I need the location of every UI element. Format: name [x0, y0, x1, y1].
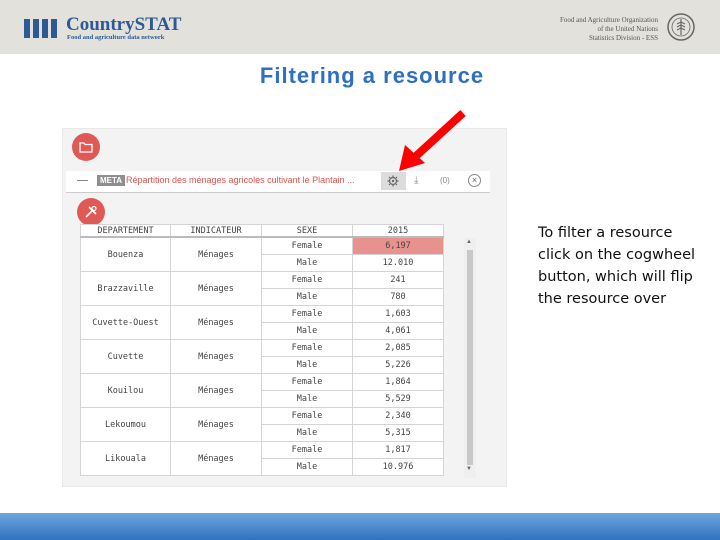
tools-button[interactable] — [77, 198, 105, 226]
cell-sexe: Male — [261, 322, 353, 340]
resource-title: Répartition des ménages agricoles cultiv… — [126, 175, 355, 185]
column-header-sexe[interactable]: SEXE — [261, 224, 353, 238]
cell-value: 2,340 — [352, 407, 444, 425]
cell-indicateur: Ménages — [170, 305, 262, 340]
download-icon[interactable]: ⤓ — [414, 175, 418, 186]
cell-sexe: Male — [261, 254, 353, 272]
meta-badge[interactable]: META — [97, 175, 126, 186]
cell-indicateur: Ménages — [170, 236, 262, 272]
cell-value: 1,864 — [352, 373, 444, 391]
table-row: Bouenza Ménages Female 6,197 — [80, 236, 444, 272]
cell-value: 6,197 — [352, 236, 444, 255]
cell-value: 5,315 — [352, 424, 444, 442]
scroll-down-icon[interactable]: ▼ — [466, 466, 472, 472]
cell-value: 12.010 — [352, 254, 444, 272]
cell-sexe: Female — [261, 236, 353, 255]
gear-icon — [387, 175, 399, 187]
cell-indicateur: Ménages — [170, 373, 262, 408]
drag-handle-icon[interactable] — [77, 180, 88, 181]
cell-sexe: Female — [261, 373, 353, 391]
cell-departement: Cuvette-Ouest — [80, 305, 171, 340]
cell-indicateur: Ménages — [170, 407, 262, 442]
cell-departement: Kouilou — [80, 373, 171, 408]
cell-sexe: Male — [261, 356, 353, 374]
table-row: Cuvette-Ouest Ménages Female 1,603 — [80, 305, 444, 340]
table-row: Kouilou Ménages Female 1,864 — [80, 373, 444, 408]
cell-departement: Lekoumou — [80, 407, 171, 442]
cell-indicateur: Ménages — [170, 271, 262, 306]
cell-value: 241 — [352, 271, 444, 289]
cell-sexe: Female — [261, 339, 353, 357]
cell-departement: Brazzaville — [80, 271, 171, 306]
cell-sexe: Female — [261, 305, 353, 323]
cell-departement: Bouenza — [80, 236, 171, 272]
org-name: Food and Agriculture Organization of the… — [488, 16, 658, 43]
table-header-row: DEPARTEMENT INDICATEUR SEXE 2015 — [80, 224, 444, 238]
table-row: Likouala Ménages Female 1,817 — [80, 441, 444, 476]
cell-departement: Likouala — [80, 441, 171, 476]
cell-value: 4,061 — [352, 322, 444, 340]
cell-sexe: Male — [261, 424, 353, 442]
folder-button[interactable] — [72, 133, 100, 161]
footer-bar — [0, 513, 720, 540]
fao-logo-icon — [667, 13, 695, 41]
tools-icon — [85, 205, 97, 218]
resource-count: (0) — [440, 176, 450, 185]
column-header-departement[interactable]: DEPARTEMENT — [80, 224, 171, 238]
data-table: DEPARTEMENT INDICATEUR SEXE 2015 Bouenza… — [80, 224, 444, 476]
cell-value: 1,603 — [352, 305, 444, 323]
scrollbar-thumb[interactable] — [467, 250, 473, 465]
cell-departement: Cuvette — [80, 339, 171, 374]
cell-value: 780 — [352, 288, 444, 306]
column-header-indicateur[interactable]: INDICATEUR — [170, 224, 262, 238]
org-line-2: of the United Nations — [597, 25, 658, 33]
column-header-2015[interactable]: 2015 — [352, 224, 444, 238]
cell-value: 5,226 — [352, 356, 444, 374]
logo-title: CountrySTAT — [66, 14, 182, 35]
table-row: Cuvette Ménages Female 2,085 — [80, 339, 444, 374]
org-line-3: Statistics Division - ESS — [588, 34, 658, 42]
cell-sexe: Male — [261, 458, 353, 476]
cell-value: 5,529 — [352, 390, 444, 408]
pointer-arrow-icon — [399, 110, 466, 171]
cell-value: 1,817 — [352, 441, 444, 459]
cell-sexe: Female — [261, 271, 353, 289]
cell-indicateur: Ménages — [170, 441, 262, 476]
table-row: Lekoumou Ménages Female 2,340 — [80, 407, 444, 442]
org-line-1: Food and Agriculture Organization — [559, 16, 658, 24]
top-banner: CountrySTAT Food and agriculture data ne… — [0, 0, 720, 54]
cell-sexe: Female — [261, 441, 353, 459]
folder-icon — [79, 142, 93, 153]
logo-subtitle: Food and agriculture data network — [67, 34, 165, 41]
close-icon[interactable]: × — [468, 174, 481, 187]
cell-sexe: Male — [261, 288, 353, 306]
table-row: Brazzaville Ménages Female 241 — [80, 271, 444, 306]
cell-sexe: Female — [261, 407, 353, 425]
cell-value: 10.976 — [352, 458, 444, 476]
slide-title: Filtering a resource — [259, 63, 485, 88]
countrystat-logo-icon — [24, 19, 60, 43]
cell-value: 2,085 — [352, 339, 444, 357]
cell-indicateur: Ménages — [170, 339, 262, 374]
instruction-caption: To filter a resource click on the cogwhe… — [538, 225, 696, 307]
scroll-up-icon[interactable]: ▲ — [466, 239, 472, 245]
cell-sexe: Male — [261, 390, 353, 408]
